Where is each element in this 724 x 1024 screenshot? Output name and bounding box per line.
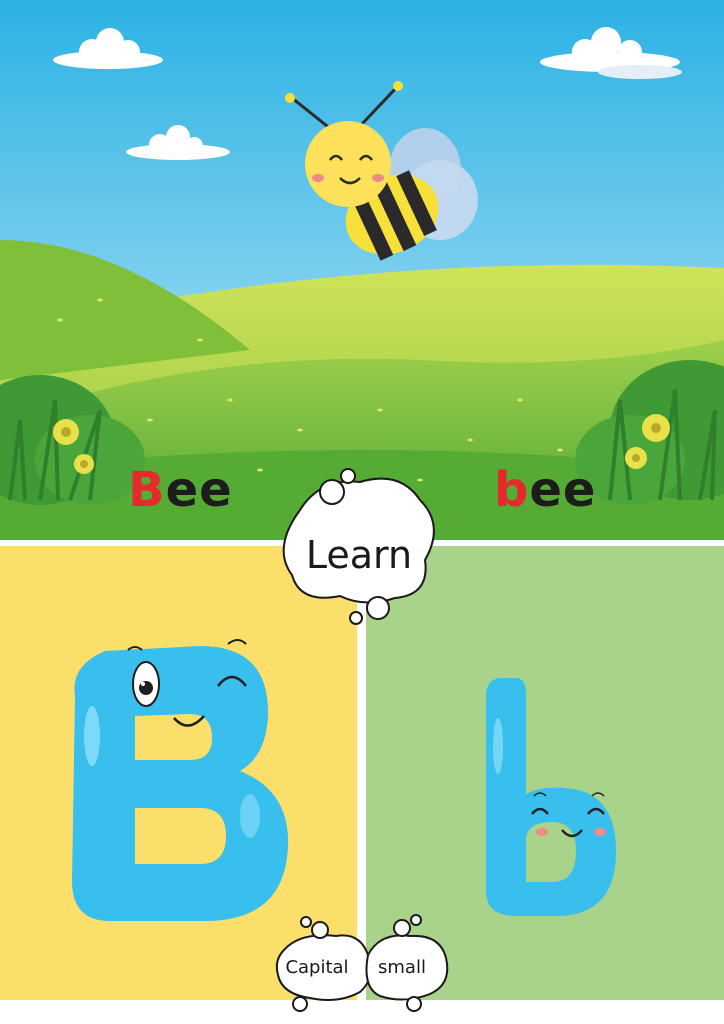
bee-scene <box>0 0 724 540</box>
word-bee-capital: Bee <box>128 462 233 518</box>
learn-label: Learn <box>305 533 413 577</box>
letter-b-icon <box>486 678 616 916</box>
word-remainder: ee <box>529 462 597 518</box>
capital-letter-highlight: B <box>128 462 166 518</box>
word-bee-small: bee <box>494 462 596 518</box>
small-label: small <box>378 957 426 978</box>
small-letter-panel <box>366 546 724 1000</box>
meadow-illustration <box>0 0 724 540</box>
capital-letter-panel <box>0 546 357 1000</box>
word-remainder: ee <box>165 462 233 518</box>
letter-B-icon <box>72 639 289 921</box>
small-letter-highlight: b <box>494 462 530 518</box>
capital-label: Capital <box>285 957 349 978</box>
